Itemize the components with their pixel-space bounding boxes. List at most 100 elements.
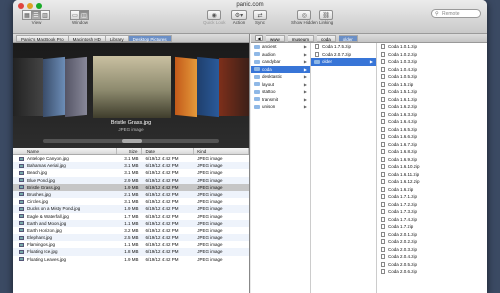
column-header-size[interactable]: Size	[117, 148, 143, 154]
image-file-icon	[19, 249, 24, 254]
folder-item[interactable]: candybar ▶	[251, 58, 310, 66]
column-header-kind[interactable]: Kind	[194, 148, 249, 154]
file-item[interactable]: Coda 1.7.1.zip	[377, 193, 487, 201]
file-row[interactable]: Circles.jpg 3.1 MB 6/19/12 4:42 PM JPEG …	[13, 198, 249, 205]
file-item[interactable]: Coda 1.0.3.zip	[377, 58, 487, 66]
file-item[interactable]: Coda 2.0.3.zip	[377, 246, 487, 254]
coverflow-card[interactable]	[219, 58, 249, 116]
file-item[interactable]: Coda 1.5.1.zip	[377, 88, 487, 96]
file-item[interactable]: Coda 2.0.5.zip	[377, 261, 487, 269]
file-date: 6/19/12 4:42 PM	[145, 249, 179, 255]
show-hidden-label: Show Hidden	[291, 20, 318, 25]
file-row[interactable]: Ducks on a Misty Pond.jpg 1.9 MB 6/19/12…	[13, 205, 249, 213]
file-row[interactable]: Floating Ice.jpg 1.8 MB 6/19/12 4:42 PM …	[13, 248, 249, 256]
file-item[interactable]: Coda 1.7.5.zip	[311, 43, 376, 51]
file-item[interactable]: Coda 1.6.4.zip	[377, 118, 487, 126]
path-item[interactable]: coda	[317, 34, 336, 42]
file-item[interactable]: Coda 1.6.7.zip	[377, 141, 487, 149]
file-item[interactable]: Coda 2.0.1.zip	[377, 231, 487, 239]
folder-item[interactable]: stattoo ▶	[251, 88, 310, 96]
file-item[interactable]: Coda 1.7.4.zip	[377, 216, 487, 224]
cover-flow[interactable]: Bristle Grass.jpg JPEG image	[13, 43, 249, 148]
scrollbar-thumb[interactable]	[122, 139, 143, 143]
folder-item[interactable]: transmit ▶	[251, 96, 310, 104]
file-row[interactable]: Eagle & Waterfall.jpg 1.7 MB 6/19/12 4:4…	[13, 213, 249, 220]
folder-item[interactable]: unison ▶	[251, 103, 310, 111]
file-row[interactable]: Antelope Canyon.jpg 3.1 MB 6/19/12 4:42 …	[13, 155, 249, 162]
image-file-icon	[19, 257, 24, 262]
file-row[interactable]: Floating Leaves.jpg 1.9 MB 6/19/12 4:42 …	[13, 256, 249, 263]
disclosure-arrow-icon: ▶	[369, 59, 373, 64]
breadcrumb-item[interactable]: Macintosh HD	[68, 34, 106, 42]
file-row[interactable]: Earth and Moon.jpg 1.1 MB 6/19/12 4:42 P…	[13, 219, 249, 227]
file-date: 6/19/12 4:42 PM	[145, 191, 179, 197]
dual-pane-button[interactable]: ◫	[79, 10, 89, 20]
folder-item[interactable]: ancient ▶	[251, 43, 310, 51]
file-item[interactable]: Coda 1.6.8.zip	[377, 148, 487, 156]
file-item[interactable]: Coda 1.0.2.zip	[377, 51, 487, 59]
folder-item[interactable]: older ▶	[311, 58, 376, 66]
folder-item[interactable]: coda ▶	[251, 65, 310, 73]
file-item[interactable]: Coda 1.7.2.zip	[377, 201, 487, 209]
coverflow-selected-image[interactable]	[93, 56, 171, 118]
file-item[interactable]: Coda 1.0.4.zip	[377, 66, 487, 74]
file-item[interactable]: Coda 1.7.3.zip	[377, 208, 487, 216]
file-row[interactable]: Flamingos.jpg 1.1 MB 6/19/12 4:42 PM JPE…	[13, 241, 249, 248]
file-row[interactable]: Elephant.jpg 2.5 MB 6/19/12 4:42 PM JPEG…	[13, 234, 249, 242]
file-item[interactable]: Coda 2.0.4.zip	[377, 253, 487, 261]
file-item[interactable]: Coda 1.6.10.zip	[377, 163, 487, 171]
folder-item[interactable]: layout ▶	[251, 81, 310, 89]
breadcrumb-item[interactable]: Panic's MacBook Pro	[16, 34, 69, 42]
file-row[interactable]: Earth Horizon.jpg 3.2 MB 6/19/12 4:42 PM…	[13, 227, 249, 234]
path-item[interactable]: museum	[287, 34, 315, 42]
file-row[interactable]: Beach.jpg 3.1 MB 6/19/12 4:42 PM JPEG im…	[13, 169, 249, 176]
file-row[interactable]: Brushes.jpg 2.1 MB 6/19/12 4:42 PM JPEG …	[13, 190, 249, 199]
sync-button[interactable]: ⇄	[253, 10, 267, 20]
file-name: Antelope Canyon.jpg	[13, 155, 117, 162]
coverflow-card[interactable]	[65, 56, 87, 118]
file-item[interactable]: Coda 1.6.zip	[377, 186, 487, 194]
search-field[interactable]: ⚲ Remote	[431, 9, 481, 18]
file-item[interactable]: Coda 1.5.zip	[377, 81, 487, 89]
breadcrumb-item[interactable]: Library	[105, 34, 129, 42]
file-item[interactable]: Coda 1.6.12.zip	[377, 178, 487, 186]
coverflow-card[interactable]	[175, 56, 197, 118]
coverflow-scrollbar[interactable]	[43, 139, 219, 143]
file-item[interactable]: Coda 1.7.zip	[377, 223, 487, 231]
file-row[interactable]: Bristle Grass.jpg 1.9 MB 6/19/12 4:42 PM…	[13, 183, 249, 191]
zip-file-icon	[380, 261, 385, 267]
show-hidden-button[interactable]: ◎	[297, 10, 312, 20]
file-item[interactable]: Coda 1.6.6.zip	[377, 133, 487, 141]
file-item[interactable]: Coda 1.0.1.zip	[377, 43, 487, 51]
file-item[interactable]: Coda 2.0.2.zip	[377, 238, 487, 246]
action-button[interactable]: ⚙▾	[231, 10, 247, 20]
column-view-button[interactable]: ▥	[40, 10, 50, 20]
file-item[interactable]: Coda 1.6.1.zip	[377, 96, 487, 104]
column-header-date[interactable]: Date	[142, 148, 195, 154]
file-item[interactable]: Coda 1.0.5.zip	[377, 73, 487, 81]
file-item[interactable]: Coda 1.6.3.zip	[377, 111, 487, 119]
file-item[interactable]: Coda 2.0.7.zip	[311, 51, 376, 59]
coverflow-card[interactable]	[43, 56, 65, 118]
file-item[interactable]: Coda 1.6.11.zip	[377, 171, 487, 179]
path-item[interactable]: older	[338, 34, 358, 42]
column-header-name[interactable]: Name	[13, 148, 117, 154]
back-button[interactable]: ◀	[255, 35, 263, 41]
file-date: 6/19/12 4:42 PM	[145, 227, 179, 233]
file-row[interactable]: Bahamas Aerial.jpg 3.1 MB 6/19/12 4:42 P…	[13, 162, 249, 170]
file-item[interactable]: Coda 1.6.2.zip	[377, 103, 487, 111]
file-date: 6/19/12 4:42 PM	[145, 199, 179, 205]
folder-item[interactable]: audion ▶	[251, 51, 310, 59]
coverflow-card[interactable]	[13, 58, 43, 116]
search-icon: ⚲	[435, 11, 439, 17]
file-item[interactable]: Coda 1.6.5.zip	[377, 126, 487, 134]
coverflow-card[interactable]	[197, 56, 219, 118]
quick-look-button[interactable]: ◉	[207, 10, 222, 20]
folder-item[interactable]: desktastic ▶	[251, 73, 310, 81]
linking-button[interactable]: ⛓	[319, 10, 334, 20]
path-item[interactable]: www	[266, 34, 285, 42]
file-item[interactable]: Coda 1.6.9.zip	[377, 156, 487, 164]
file-item[interactable]: Coda 2.0.6.zip	[377, 268, 487, 276]
breadcrumb-item[interactable]: Desktop Pictures	[128, 34, 172, 42]
file-row[interactable]: Blue Pond.jpg 2.9 MB 6/19/12 4:42 PM JPE…	[13, 176, 249, 184]
